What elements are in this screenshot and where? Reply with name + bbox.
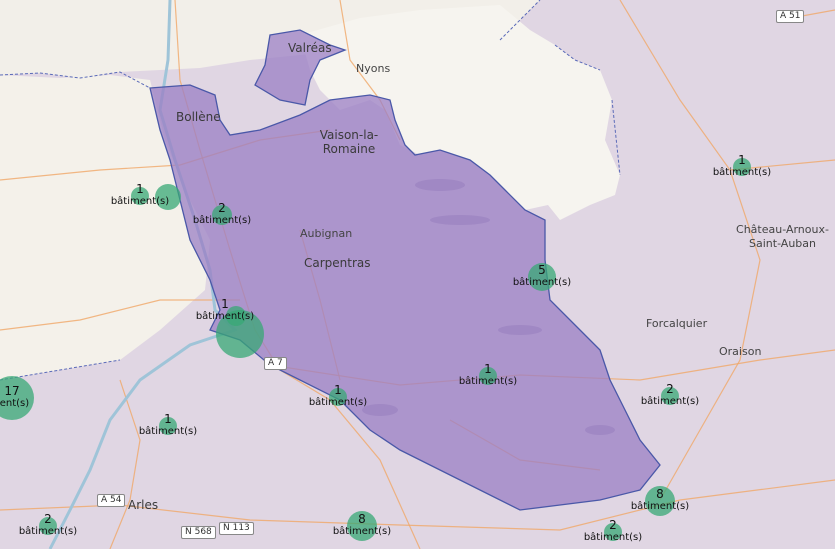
cluster-count: 17 (4, 384, 20, 398)
cluster-unit-label: bâtiment(s) (18, 526, 78, 537)
cluster-unit-label: bâtiment(s) (512, 277, 572, 288)
cluster-unit-label: bâtiment(s) (138, 426, 198, 437)
cluster-count: 1 (738, 153, 746, 167)
cluster-count: 2 (609, 518, 617, 532)
city-label-carpentras: Carpentras (304, 256, 371, 270)
cluster-unit-label: bâtiment(s) (308, 397, 368, 408)
city-label-bollene: Bollène (176, 110, 221, 124)
map-view[interactable]: Valréas Nyons Bollène Vaison-la-Romaine … (0, 0, 835, 549)
city-label-vaison: Vaison-la-Romaine (319, 128, 379, 156)
city-label-nyons: Nyons (356, 62, 391, 75)
city-label-aubignan: Aubignan (300, 227, 353, 240)
cluster-count: 5 (538, 263, 546, 277)
cluster-unit-label: bâtiment(s) (640, 396, 700, 407)
cluster-count: 8 (358, 512, 366, 526)
cluster-unit-label: bâtiment(s) (583, 532, 643, 543)
road-shield-n113: N 113 (219, 522, 254, 535)
city-label-oraison: Oraison (719, 345, 762, 358)
cluster-count: 1 (221, 297, 229, 311)
city-label-valreas: Valréas (288, 41, 332, 55)
cluster-count: 1 (484, 362, 492, 376)
cluster-unit-label: bâtiment(s) (332, 526, 392, 537)
cluster-unit-label: bâtiment(s) (110, 196, 170, 207)
road-shield-n568: N 568 (181, 526, 216, 539)
cluster-count: 8 (656, 487, 664, 501)
city-label-arles: Arles (128, 498, 159, 512)
cluster-unit-label: bâtiment(s) (195, 311, 255, 322)
cluster-count: 2 (218, 201, 226, 215)
cluster-count: 1 (164, 412, 172, 426)
cluster-count: 2 (44, 512, 52, 526)
road-shield-a54: A 54 (97, 494, 126, 507)
cluster-unit-label: bâtiment(s) (458, 376, 518, 387)
cluster-count: 1 (136, 182, 144, 196)
map-basemap (0, 0, 835, 549)
cluster-unit-label: bâtiment(s) (712, 167, 772, 178)
city-label-chateau-arnoux: Château-Arnoux-Saint-Auban (736, 223, 829, 250)
cluster-unit-label: bâtiment(s) (630, 501, 690, 512)
cluster-count: 1 (334, 383, 342, 397)
cluster-unit-label: bâtiment(s) (0, 398, 30, 409)
city-label-forcalquier: Forcalquier (646, 317, 708, 330)
cluster-unit-label: bâtiment(s) (192, 215, 252, 226)
road-shield-a7: A 7 (264, 357, 287, 370)
road-shield-a51: A 51 (776, 10, 805, 23)
cluster-count: 2 (666, 382, 674, 396)
